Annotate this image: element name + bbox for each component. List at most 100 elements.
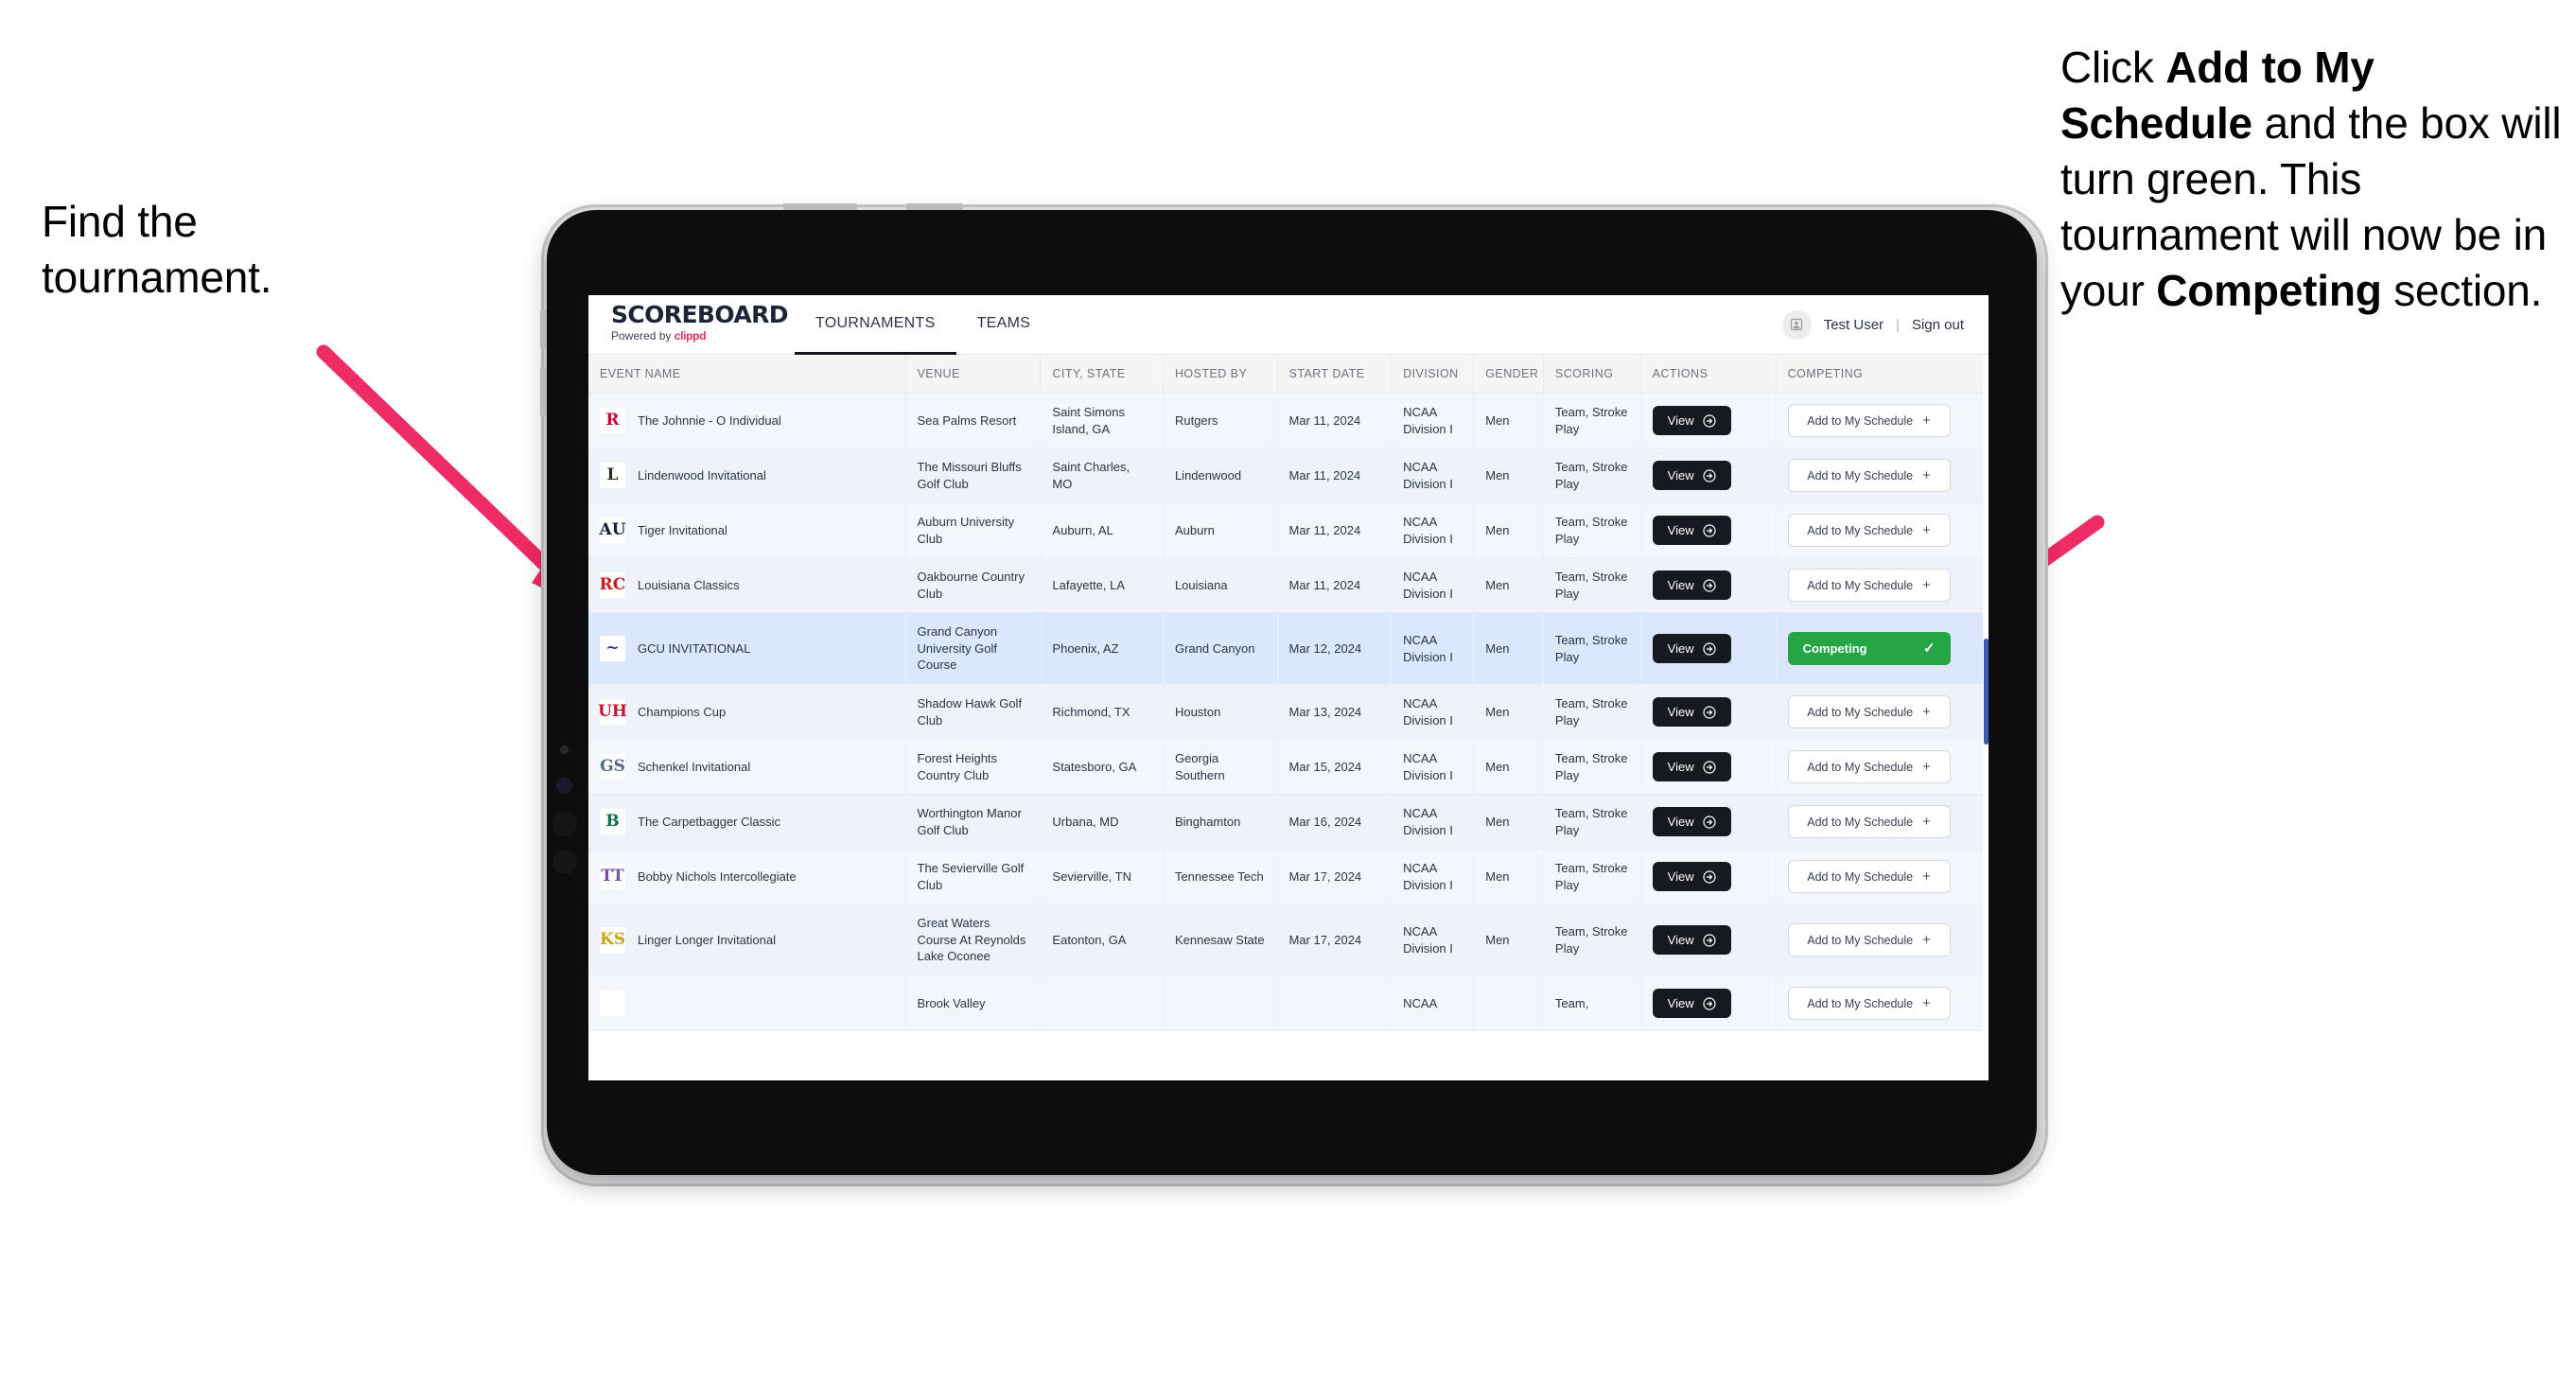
view-button[interactable]: View [1652, 634, 1731, 664]
view-button[interactable]: View [1652, 461, 1731, 491]
view-button[interactable]: View [1652, 752, 1731, 782]
add-to-my-schedule-button[interactable]: Add to My Schedule + [1787, 805, 1951, 839]
team-logo-icon [600, 991, 625, 1017]
table-row[interactable]: GS Schenkel Invitational Forest Heights Co… [588, 739, 1983, 796]
arrow-right-circle-icon [1702, 816, 1716, 829]
view-button[interactable]: View [1652, 989, 1731, 1019]
view-button[interactable]: View [1652, 697, 1731, 728]
cell-city-state: Urbana, MD [1040, 794, 1164, 851]
column-header-venue[interactable]: VENUE [905, 355, 1042, 394]
column-header-start-date[interactable]: START DATE [1277, 355, 1393, 394]
column-header-hosted-by[interactable]: HOSTED BY [1163, 355, 1278, 394]
plus-icon: + [1922, 704, 1931, 721]
add-to-my-schedule-button[interactable]: Add to My Schedule + [1787, 514, 1951, 548]
view-button[interactable]: View [1652, 807, 1731, 837]
vertical-scrollbar[interactable] [1984, 639, 1989, 745]
cell-venue: Great Waters Course At Reynolds Lake Oco… [905, 904, 1042, 977]
team-logo-icon: RC [600, 572, 625, 599]
add-to-my-schedule-button[interactable]: Add to My Schedule + [1787, 404, 1951, 438]
event-name-label: The Johnnie - O Individual [638, 412, 781, 428]
event-name-label: Louisiana Classics [638, 578, 740, 593]
sign-out-link[interactable]: Sign out [1912, 317, 1964, 333]
cell-hosted-by: Louisiana [1163, 557, 1278, 614]
tab-teams[interactable]: TEAMS [956, 295, 1052, 355]
user-avatar-icon[interactable] [1781, 309, 1812, 340]
cell-city-state: Saint Simons Island, GA [1040, 393, 1164, 449]
table-row[interactable]: UH Champions Cup Shadow Hawk Golf Club Rich… [588, 684, 1983, 741]
plus-icon: + [1922, 995, 1931, 1012]
table-header-row: EVENT NAME VENUE CITY, STATE HOSTED BY S… [588, 355, 1983, 394]
add-to-my-schedule-button[interactable]: Add to My Schedule + [1787, 987, 1951, 1021]
add-to-my-schedule-button[interactable]: Add to My Schedule + [1787, 923, 1951, 957]
column-header-competing[interactable]: COMPETING [1776, 355, 1983, 394]
annotation-right-seg1: Click [2060, 43, 2166, 92]
plus-icon: + [1922, 868, 1931, 886]
table-row[interactable]: KS Linger Longer Invitational Great Waters… [588, 904, 1983, 977]
column-header-division[interactable]: DIVISION [1391, 355, 1475, 394]
column-header-gender[interactable]: GENDER [1473, 355, 1544, 394]
event-name-label: The Carpetbagger Classic [638, 814, 781, 829]
cell-event-name: ~ GCU INVITATIONAL [588, 612, 906, 686]
power-button[interactable] [783, 203, 857, 210]
view-button[interactable]: View [1652, 570, 1731, 601]
arrow-right-circle-icon [1702, 934, 1716, 947]
annotation-left-line1: Find the [42, 197, 198, 246]
add-to-my-schedule-label: Add to My Schedule [1807, 468, 1914, 482]
view-button[interactable]: View [1652, 925, 1731, 956]
cell-competing: Add to My Schedule + [1776, 447, 1983, 504]
arrow-right-circle-icon [1702, 870, 1716, 884]
event-name-label: Linger Longer Invitational [638, 932, 776, 947]
powered-prefix: Powered by [611, 329, 675, 342]
table-row[interactable]: TT Bobby Nichols Intercollegiate The Sevie… [588, 849, 1983, 905]
cell-scoring: Team, Stroke Play [1543, 557, 1641, 614]
event-name-label: Schenkel Invitational [638, 759, 751, 774]
cell-scoring: Team, Stroke Play [1543, 502, 1641, 559]
cell-competing: Add to My Schedule + [1776, 502, 1983, 559]
table-row[interactable]: R The Johnnie - O Individual Sea Palms Res… [588, 393, 1983, 449]
add-to-my-schedule-button[interactable]: Add to My Schedule + [1787, 695, 1951, 729]
column-header-actions[interactable]: ACTIONS [1640, 355, 1777, 394]
view-button[interactable]: View [1652, 406, 1731, 436]
tab-tournaments[interactable]: TOURNAMENTS [795, 295, 956, 355]
table-row[interactable]: ~ GCU INVITATIONAL Grand Canyon University… [588, 612, 1983, 686]
cell-venue: Auburn University Club [905, 502, 1042, 559]
column-header-event-name[interactable]: EVENT NAME [588, 355, 906, 394]
view-button-label: View [1667, 523, 1694, 538]
column-header-scoring[interactable]: SCORING [1543, 355, 1641, 394]
tournaments-table-scroll-area[interactable]: EVENT NAME VENUE CITY, STATE HOSTED BY S… [588, 355, 1989, 1080]
add-to-my-schedule-button[interactable]: Add to My Schedule + [1787, 569, 1951, 603]
add-to-my-schedule-label: Add to My Schedule [1807, 869, 1914, 884]
cell-competing: Add to My Schedule + [1776, 904, 1983, 977]
cell-gender: Men [1473, 502, 1544, 559]
tablet-screen: SCOREBOARD Powered by clippd TOURNAMENTS… [588, 295, 1989, 1080]
add-to-my-schedule-button[interactable]: Add to My Schedule + [1787, 459, 1951, 493]
view-button[interactable]: View [1652, 516, 1731, 546]
cell-division: NCAA Division I [1391, 794, 1475, 851]
add-to-my-schedule-button[interactable]: Add to My Schedule + [1787, 860, 1951, 894]
cell-competing: Add to My Schedule + [1776, 739, 1983, 796]
add-to-my-schedule-label: Add to My Schedule [1807, 705, 1914, 719]
volume-down-button[interactable] [540, 367, 547, 416]
add-to-my-schedule-button[interactable]: Add to My Schedule + [1787, 750, 1951, 784]
cell-actions: View [1640, 904, 1777, 977]
cell-scoring: Team, Stroke Play [1543, 739, 1641, 796]
volume-up-button[interactable] [540, 310, 547, 348]
app-header: SCOREBOARD Powered by clippd TOURNAMENTS… [588, 295, 1989, 355]
table-row[interactable]: B The Carpetbagger Classic Worthington Man… [588, 794, 1983, 851]
view-button-label: View [1667, 578, 1694, 593]
table-row[interactable]: Brook Valley NCAA Team, View Add to My Sched… [588, 975, 1983, 1032]
cell-competing: Add to My Schedule + [1776, 557, 1983, 614]
event-name-label: Champions Cup [638, 704, 727, 719]
view-button-label: View [1667, 468, 1694, 483]
table-row[interactable]: RC Louisiana Classics Oakbourne Country Cl… [588, 557, 1983, 614]
annotation-add-to-schedule: Click Add to My Schedule and the box wil… [2060, 40, 2576, 318]
view-button[interactable]: View [1652, 862, 1731, 892]
brand-logo[interactable]: SCOREBOARD Powered by clippd [588, 295, 789, 354]
cell-venue: Brook Valley [905, 975, 1042, 1032]
table-row[interactable]: AU Tiger Invitational Auburn University Cl… [588, 502, 1983, 559]
column-header-city-state[interactable]: CITY, STATE [1040, 355, 1164, 394]
competing-button[interactable]: Competing ✓ [1787, 632, 1951, 666]
header-divider: | [1896, 316, 1900, 333]
table-row[interactable]: L Lindenwood Invitational The Missouri Blu… [588, 447, 1983, 504]
view-button-label: View [1667, 760, 1694, 775]
